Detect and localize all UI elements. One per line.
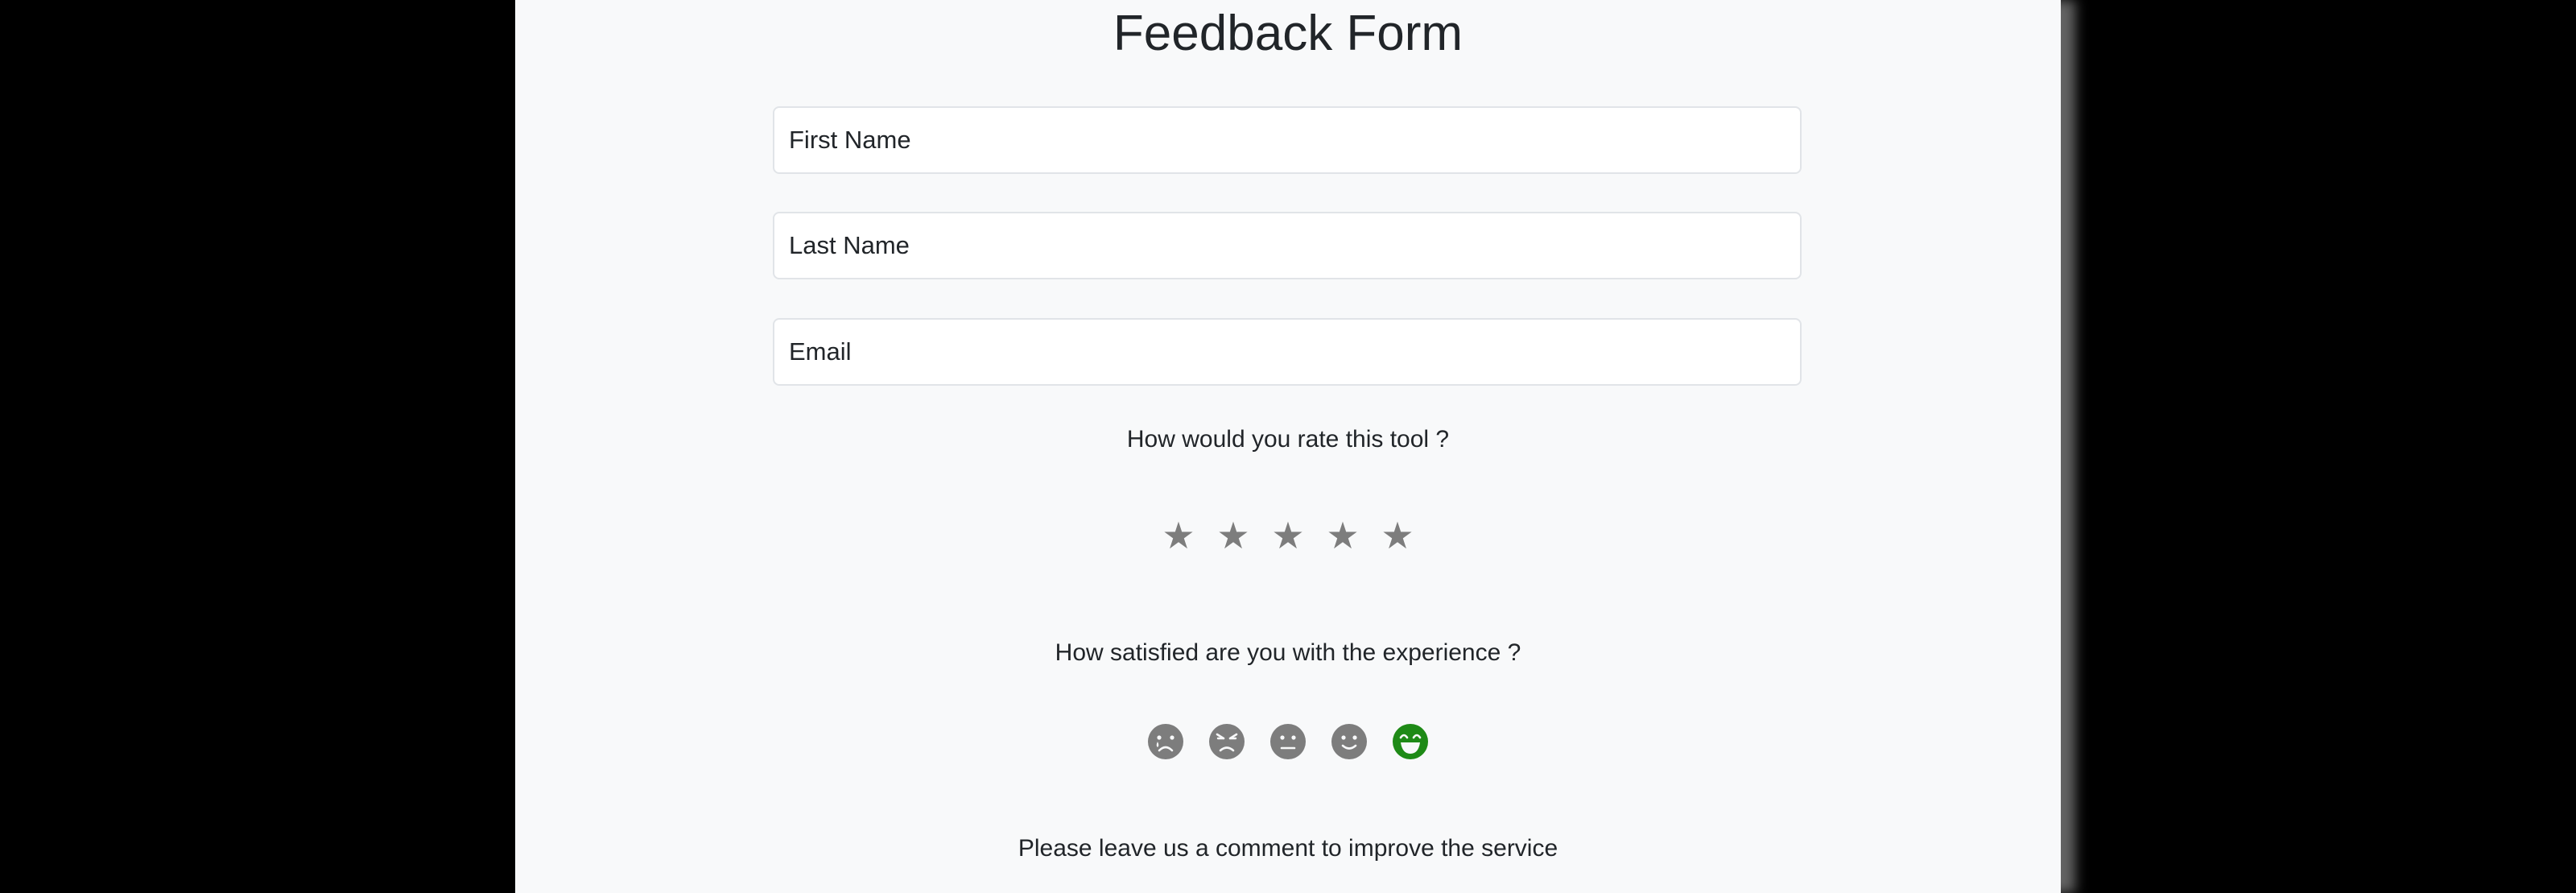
crying-face-icon[interactable]	[1147, 723, 1184, 760]
smiling-face-icon[interactable]	[1331, 723, 1368, 760]
grinning-face-icon[interactable]	[1392, 723, 1429, 760]
satisfaction-question: How satisfied are you with the experienc…	[1055, 639, 1521, 666]
star-icon-4[interactable]: ★	[1326, 517, 1360, 554]
email-input[interactable]	[773, 318, 1802, 386]
last-name-input[interactable]	[773, 212, 1802, 279]
star-icon-5[interactable]: ★	[1381, 517, 1414, 554]
comment-question: Please leave us a comment to improve the…	[1018, 835, 1558, 862]
rating-question: How would you rate this tool ?	[1126, 426, 1450, 453]
star-rating: ★ ★ ★ ★ ★	[515, 517, 2061, 564]
star-icon-3[interactable]: ★	[1271, 517, 1305, 554]
star-icon-1[interactable]: ★	[1162, 517, 1195, 554]
feedback-form-card: Feedback Form How would you rate this to…	[515, 0, 2061, 893]
neutral-face-icon[interactable]	[1269, 723, 1307, 760]
star-icon-2[interactable]: ★	[1216, 517, 1250, 554]
page-title: Feedback Form	[1113, 6, 1463, 61]
page-background: Feedback Form How would you rate this to…	[0, 0, 2576, 893]
angry-face-icon[interactable]	[1208, 723, 1245, 760]
satisfaction-rating	[515, 723, 2061, 763]
first-name-input[interactable]	[773, 106, 1802, 174]
